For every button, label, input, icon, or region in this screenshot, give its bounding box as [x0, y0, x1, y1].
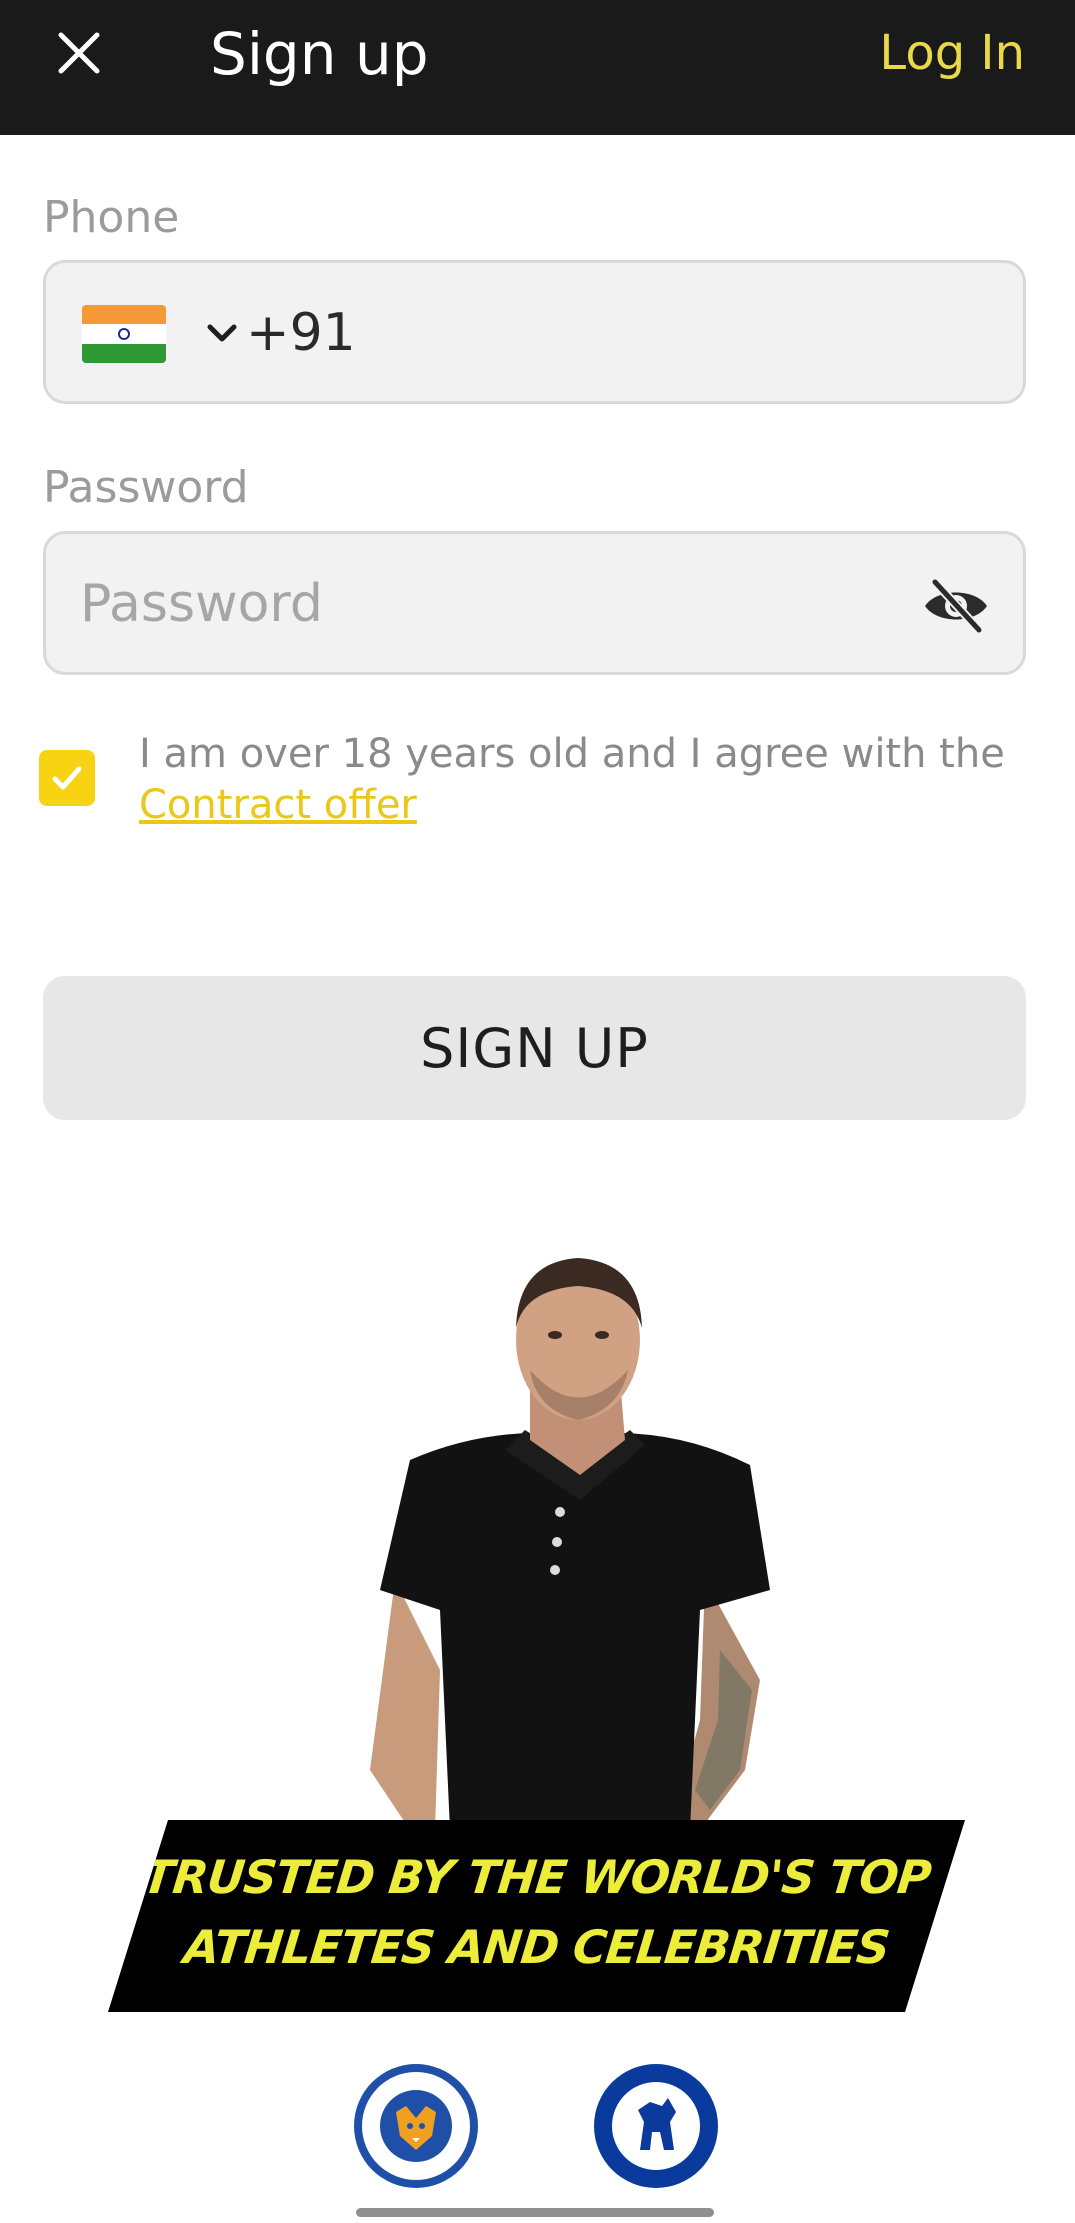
home-indicator[interactable]: [356, 2208, 714, 2217]
athlete-image: [370, 1258, 770, 1830]
eye-off-icon[interactable]: [921, 576, 991, 636]
dial-code: +91: [246, 303, 356, 363]
agreement-checkbox[interactable]: [39, 750, 95, 806]
phone-field[interactable]: +91: [43, 260, 1026, 404]
signup-button[interactable]: SIGN UP: [43, 976, 1026, 1120]
page-title: Sign up: [210, 20, 429, 88]
password-input[interactable]: [80, 564, 880, 644]
promo-section: TRUSTED BY THE WORLD'S TOP ATHLETES AND …: [0, 1250, 1075, 2030]
signup-screen: Sign up Log In Phone +91 Password I am o…: [0, 0, 1075, 2223]
leicester-city-logo: [354, 2064, 478, 2188]
india-flag-icon[interactable]: [82, 305, 166, 363]
checkmark-icon: [52, 766, 82, 790]
phone-label: Phone: [43, 192, 180, 243]
agreement-text: I am over 18 years old and I agree with …: [139, 731, 1005, 777]
password-label: Password: [43, 462, 249, 513]
chevron-down-icon[interactable]: [202, 313, 242, 353]
top-bar: Sign up Log In: [0, 0, 1075, 135]
banner-line-1: TRUSTED BY THE WORLD'S TOP: [139, 1850, 934, 1904]
close-button[interactable]: [44, 18, 114, 88]
chelsea-logo: [594, 2064, 718, 2188]
close-icon: [58, 32, 100, 74]
promo-banner: TRUSTED BY THE WORLD'S TOP ATHLETES AND …: [108, 1820, 965, 2012]
password-field-container: [43, 531, 1026, 675]
banner-line-2: ATHLETES AND CELEBRITIES: [181, 1920, 892, 1974]
contract-offer-link[interactable]: Contract offer: [139, 781, 417, 829]
login-link[interactable]: Log In: [879, 18, 1025, 88]
